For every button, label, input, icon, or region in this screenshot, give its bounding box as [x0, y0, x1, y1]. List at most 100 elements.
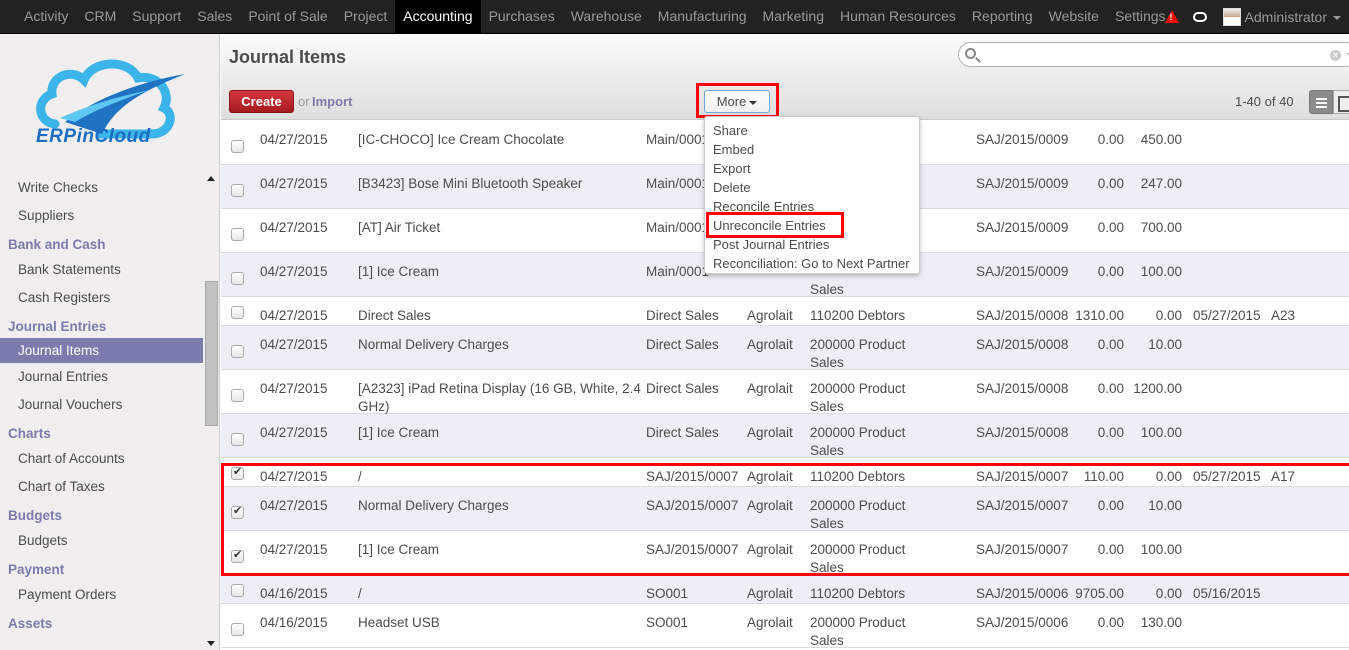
row-checkbox[interactable] — [231, 306, 244, 319]
top-menu-item-activity[interactable]: Activity — [16, 0, 76, 33]
sidebar-item-bank-statements[interactable]: Bank Statements — [0, 256, 203, 284]
scrollbar-thumb[interactable] — [205, 281, 218, 426]
row-checkbox[interactable] — [231, 184, 244, 197]
credit-cell: 100.00 — [1140, 425, 1182, 440]
pager[interactable]: 1-40 of 40 — [1235, 94, 1294, 109]
list-view-button[interactable] — [1309, 90, 1333, 114]
search-input[interactable]: × — [958, 42, 1349, 67]
maturity-date-cell: 05/16/2015 — [1193, 586, 1261, 601]
top-menu-item-support[interactable]: Support — [124, 0, 189, 33]
maturity-date-cell: 05/27/2015 — [1193, 308, 1261, 323]
more-button[interactable]: More — [704, 90, 770, 113]
sidebar-item-payment-orders[interactable]: Payment Orders — [0, 581, 203, 609]
top-menu-item-crm[interactable]: CRM — [76, 0, 124, 33]
more-menu-item-delete[interactable]: Delete — [705, 178, 919, 197]
warning-icon[interactable] — [1164, 10, 1179, 23]
create-button[interactable]: Create — [229, 90, 294, 113]
date-cell: 04/27/2015 — [260, 176, 328, 191]
import-link[interactable]: Import — [312, 94, 352, 109]
name-cell: [1] Ice Cream — [358, 542, 440, 557]
more-menu-item-reconciliation-go-to-next-partner[interactable]: Reconciliation: Go to Next Partner — [705, 254, 919, 273]
row-checkbox[interactable] — [231, 272, 244, 285]
table-row[interactable]: 04/27/2015 [1] Ice Cream Direct Sales Agrol… — [221, 414, 1349, 458]
credit-cell: 0.00 — [1155, 586, 1182, 601]
more-menu-item-share[interactable]: Share — [705, 121, 919, 140]
date-cell: 04/27/2015 — [260, 337, 328, 352]
top-menu: Activity CRM Support Sales Point of Sale Proj… — [16, 0, 1174, 33]
sidebar-section-budgets: Budgets — [8, 508, 62, 523]
reference-cell: Main/0001 — [646, 132, 710, 147]
row-checkbox[interactable] — [231, 228, 244, 241]
row-checkbox[interactable] — [231, 389, 244, 402]
table-row[interactable]: 04/27/2015 [A2323] iPad Retina Display (1… — [221, 370, 1349, 414]
more-menu-item-embed[interactable]: Embed — [705, 140, 919, 159]
name-cell: [A2323] iPad Retina Display (16 GB, Whit… — [358, 381, 641, 414]
partner-cell: Agrolait — [747, 337, 793, 352]
name-cell: [1] Ice Cream — [358, 264, 440, 279]
top-menu-item-purchases[interactable]: Purchases — [481, 0, 563, 33]
form-view-button[interactable] — [1333, 90, 1349, 114]
table-row[interactable]: 04/16/2015 Headset USB SO001 Agrolait 200000… — [221, 604, 1349, 648]
table-row[interactable]: 04/27/2015 Direct Sales Direct Sales Agrola… — [221, 297, 1349, 326]
sidebar-item-write-checks[interactable]: Write Checks — [0, 174, 203, 202]
table-row[interactable]: 04/16/2015 / SO001 Agrolait 110200 Debtors SA… — [221, 575, 1349, 604]
user-menu[interactable]: Administrator — [1245, 9, 1327, 25]
sidebar-item-journal-vouchers[interactable]: Journal Vouchers — [0, 391, 203, 419]
scroll-up-icon[interactable] — [207, 176, 215, 181]
scroll-down-icon[interactable] — [207, 641, 215, 646]
top-menu-item-manufacturing[interactable]: Manufacturing — [650, 0, 755, 33]
sidebar-item-chart-of-accounts[interactable]: Chart of Accounts — [0, 445, 203, 473]
page-title: Journal Items — [229, 47, 347, 67]
top-menu-item-website[interactable]: Website — [1041, 0, 1107, 33]
table-row[interactable]: 04/27/2015 [1] Ice Cream SAJ/2015/0007 Agro… — [221, 531, 1349, 575]
partner-cell: Agrolait — [747, 425, 793, 440]
date-cell: 04/27/2015 — [260, 425, 328, 440]
account-cell: 200000 Product Sales — [810, 337, 906, 370]
top-menu-item-accounting[interactable]: Accounting — [395, 0, 481, 33]
credit-cell: 247.00 — [1140, 176, 1182, 191]
more-menu-item-reconcile-entries[interactable]: Reconcile Entries — [705, 197, 919, 216]
caret-down-icon — [749, 100, 758, 105]
reference-cell: SAJ/2015/0007 — [646, 469, 739, 484]
more-menu-item-export[interactable]: Export — [705, 159, 919, 178]
row-checkbox[interactable] — [231, 345, 244, 358]
sidebar-item-suppliers[interactable]: Suppliers — [0, 202, 203, 230]
row-checkbox[interactable] — [231, 433, 244, 446]
chevron-down-icon[interactable] — [1333, 15, 1341, 20]
move-cell: SAJ/2015/0008 — [976, 381, 1069, 396]
table-row[interactable]: 04/27/2015 / SAJ/2015/0007 Agrolait 110200 D… — [221, 458, 1349, 487]
row-checkbox[interactable] — [231, 548, 244, 563]
sidebar-item-chart-of-taxes[interactable]: Chart of Taxes — [0, 473, 203, 501]
more-menu-item-unreconcile-entries[interactable]: Unreconcile Entries — [705, 216, 919, 235]
top-menu-item-marketing[interactable]: Marketing — [755, 0, 832, 33]
sidebar-item-journal-items[interactable]: Journal Items — [0, 338, 203, 363]
top-menu-item-sales[interactable]: Sales — [189, 0, 240, 33]
name-cell: Headset USB — [358, 615, 440, 630]
row-checkbox[interactable] — [231, 584, 244, 597]
row-checkbox[interactable] — [231, 140, 244, 153]
row-checkbox[interactable] — [231, 504, 244, 519]
move-cell: SAJ/2015/0006 — [976, 586, 1069, 601]
top-menu-item-reporting[interactable]: Reporting — [964, 0, 1041, 33]
date-cell: 04/27/2015 — [260, 220, 328, 235]
table-row[interactable]: 04/27/2015 Normal Delivery Charges Direct … — [221, 326, 1349, 370]
row-checkbox[interactable] — [231, 623, 244, 636]
maturity-date-cell: 05/27/2015 — [1193, 469, 1261, 484]
debit-cell: 0.00 — [1097, 176, 1124, 191]
sidebar-item-budgets[interactable]: Budgets — [0, 527, 203, 555]
table-row[interactable]: 04/27/2015 Normal Delivery Charges SAJ/201… — [221, 487, 1349, 531]
sidebar-scrollbar[interactable] — [203, 174, 218, 650]
sidebar-item-journal-entries[interactable]: Journal Entries — [0, 363, 203, 391]
sidebar-item-cash-registers[interactable]: Cash Registers — [0, 284, 203, 312]
top-menu-item-human-resources[interactable]: Human Resources — [832, 0, 964, 33]
clear-search-icon[interactable]: × — [1330, 50, 1341, 61]
top-menu-item-point-of-sale[interactable]: Point of Sale — [240, 0, 335, 33]
top-menu-item-warehouse[interactable]: Warehouse — [563, 0, 650, 33]
more-menu-item-post-journal-entries[interactable]: Post Journal Entries — [705, 235, 919, 254]
top-right-area: Administrator — [1164, 0, 1341, 33]
row-checkbox[interactable] — [231, 465, 244, 480]
user-avatar[interactable] — [1222, 7, 1241, 26]
date-cell: 04/27/2015 — [260, 469, 328, 484]
top-menu-item-project[interactable]: Project — [336, 0, 396, 33]
chat-icon[interactable] — [1192, 11, 1207, 22]
